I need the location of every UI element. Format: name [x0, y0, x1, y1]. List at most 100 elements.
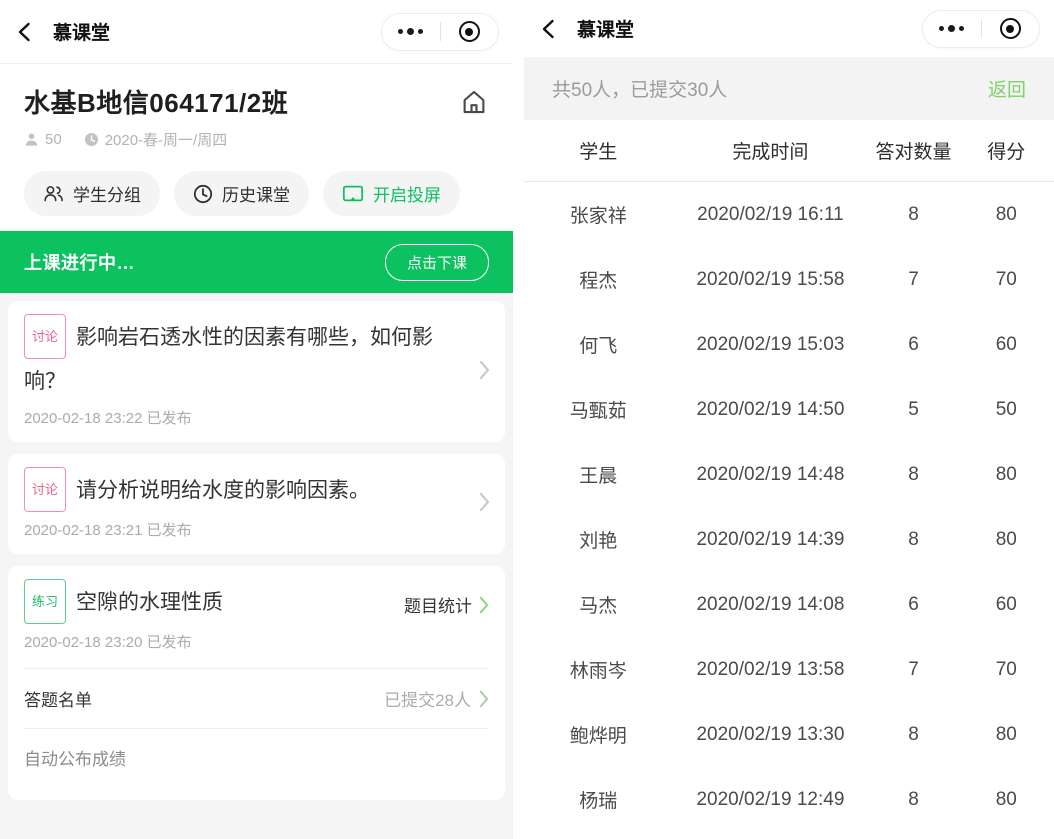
- left-nav-bar: 慕课堂: [0, 0, 513, 64]
- back-icon[interactable]: [538, 18, 560, 40]
- table-row: 林雨岑 2020/02/19 13:58 7 70: [524, 637, 1054, 702]
- miniprogram-capsule: [381, 13, 499, 51]
- screen-cast-button[interactable]: 开启投屏: [323, 171, 460, 216]
- score-cell: 80: [959, 789, 1054, 811]
- chevron-right-icon: [479, 596, 489, 614]
- clock-icon: [84, 132, 99, 147]
- app-title: 慕课堂: [577, 15, 634, 42]
- table-row: 王晨 2020/02/19 14:48 8 80: [524, 442, 1054, 507]
- table-row: 何飞 2020/02/19 15:03 6 60: [524, 312, 1054, 377]
- return-link[interactable]: 返回: [988, 75, 1026, 102]
- discussion-tag: 讨论: [24, 314, 66, 359]
- cast-screen-icon: [342, 184, 364, 203]
- table-header-row: 学生 完成时间 答对数量 得分: [524, 120, 1054, 182]
- results-table: 学生 完成时间 答对数量 得分 张家祥 2020/02/19 16:11 8 8…: [524, 120, 1054, 839]
- exercise-tag: 练习: [24, 579, 66, 624]
- student-name-cell: 何飞: [524, 331, 672, 358]
- app-title: 慕课堂: [53, 18, 110, 45]
- exercise-card[interactable]: 练习空隙的水理性质 题目统计 2020-02-18 23:20 已发布 答题名单…: [8, 566, 505, 800]
- score-cell: 80: [959, 204, 1054, 226]
- class-detail-screen: 慕课堂 水基B地信064171/2班 50 2020-春-周一/周四 学生分组: [0, 0, 513, 839]
- right-nav-bar: 慕课堂: [524, 0, 1054, 57]
- discussion-tag: 讨论: [24, 467, 66, 512]
- correct-count-cell: 7: [868, 659, 958, 681]
- table-row: 马甄茹 2020/02/19 14:50 5 50: [524, 377, 1054, 442]
- chevron-right-icon: [479, 492, 490, 512]
- score-cell: 70: [959, 659, 1054, 681]
- finish-time-cell: 2020/02/19 14:50: [672, 399, 868, 421]
- more-menu-icon[interactable]: [923, 11, 981, 47]
- back-icon[interactable]: [14, 21, 36, 43]
- person-icon: [24, 132, 39, 147]
- history-clock-icon: [193, 184, 213, 204]
- discussion-card-1[interactable]: 讨论影响岩石透水性的因素有哪些，如何影响？ 2020-02-18 23:22 已…: [8, 301, 505, 442]
- correct-count-cell: 6: [868, 594, 958, 616]
- score-cell: 80: [959, 724, 1054, 746]
- col-header-finish-time: 完成时间: [672, 137, 868, 164]
- table-row: 马杰 2020/02/19 14:08 6 60: [524, 572, 1054, 637]
- student-name-cell: 马甄茹: [524, 396, 672, 423]
- score-cell: 50: [959, 399, 1054, 421]
- correct-count-cell: 6: [868, 334, 958, 356]
- panel-gutter: [513, 0, 524, 839]
- class-schedule: 2020-春-周一/周四: [105, 129, 228, 150]
- discussion-title: 影响岩石透水性的因素有哪些，如何影响？: [24, 326, 433, 393]
- finish-time-cell: 2020/02/19 13:30: [672, 724, 868, 746]
- score-cell: 80: [959, 464, 1054, 486]
- score-cell: 60: [959, 334, 1054, 356]
- finish-time-cell: 2020/02/19 12:49: [672, 789, 868, 811]
- score-cell: 60: [959, 594, 1054, 616]
- more-menu-icon[interactable]: [382, 14, 440, 50]
- class-meta: 50 2020-春-周一/周四: [24, 129, 489, 150]
- correct-count-cell: 8: [868, 464, 958, 486]
- chevron-right-icon: [479, 690, 489, 708]
- exercise-title: 空隙的水理性质: [76, 591, 223, 614]
- answer-list-row[interactable]: 答题名单 已提交28人: [24, 669, 489, 728]
- finish-time-cell: 2020/02/19 13:58: [672, 659, 868, 681]
- session-status-text: 上课进行中…: [24, 249, 135, 275]
- col-header-student: 学生: [524, 137, 672, 164]
- class-name: 水基B地信064171/2班: [24, 83, 288, 120]
- published-timestamp: 2020-02-18 23:20 已发布: [24, 631, 489, 652]
- student-name-cell: 鲍烨明: [524, 721, 672, 748]
- discussion-card-2[interactable]: 讨论请分析说明给水度的影响因素。 2020-02-18 23:21 已发布: [8, 454, 505, 554]
- finish-time-cell: 2020/02/19 14:48: [672, 464, 868, 486]
- table-row: 刘艳 2020/02/19 14:39 8 80: [524, 507, 1054, 572]
- finish-time-cell: 2020/02/19 14:08: [672, 594, 868, 616]
- end-class-button[interactable]: 点击下课: [385, 244, 489, 281]
- col-header-correct-count: 答对数量: [868, 137, 958, 164]
- screen-cast-label: 开启投屏: [373, 181, 441, 206]
- finish-time-cell: 2020/02/19 16:11: [672, 204, 868, 226]
- correct-count-cell: 7: [868, 269, 958, 291]
- table-row: 张家祥 2020/02/19 16:11 8 80: [524, 182, 1054, 247]
- student-group-button[interactable]: 学生分组: [24, 171, 160, 216]
- table-row: 程杰 2020/02/19 15:58 7 70: [524, 247, 1054, 312]
- col-header-score: 得分: [959, 137, 1054, 164]
- miniprogram-capsule: [922, 10, 1040, 48]
- correct-count-cell: 8: [868, 724, 958, 746]
- people-icon: [43, 184, 64, 203]
- student-name-cell: 刘艳: [524, 526, 672, 553]
- home-icon[interactable]: [459, 87, 489, 117]
- student-name-cell: 程杰: [524, 266, 672, 293]
- submission-summary-bar: 共50人，已提交30人 返回: [524, 57, 1054, 120]
- correct-count-cell: 8: [868, 204, 958, 226]
- published-timestamp: 2020-02-18 23:22 已发布: [24, 407, 489, 428]
- chevron-right-icon: [479, 360, 490, 380]
- correct-count-cell: 5: [868, 399, 958, 421]
- student-name-cell: 马杰: [524, 591, 672, 618]
- submitted-count: 已提交28人: [384, 686, 471, 711]
- activity-card-list: 讨论影响岩石透水性的因素有哪些，如何影响？ 2020-02-18 23:22 已…: [0, 293, 513, 839]
- table-row: 杨瑞 2020/02/19 12:49 8 80: [524, 767, 1054, 832]
- question-stats-label: 题目统计: [404, 592, 472, 617]
- history-class-label: 历史课堂: [222, 181, 290, 206]
- auto-publish-score-label: 自动公布成绩: [24, 729, 489, 786]
- student-count: 50: [45, 131, 62, 148]
- history-class-button[interactable]: 历史课堂: [174, 171, 309, 216]
- close-miniprogram-icon[interactable]: [982, 11, 1040, 47]
- student-group-label: 学生分组: [73, 181, 141, 206]
- submission-summary-text: 共50人，已提交30人: [552, 75, 727, 102]
- question-stats-link[interactable]: 题目统计: [404, 592, 489, 617]
- score-cell: 80: [959, 529, 1054, 551]
- close-miniprogram-icon[interactable]: [441, 14, 499, 50]
